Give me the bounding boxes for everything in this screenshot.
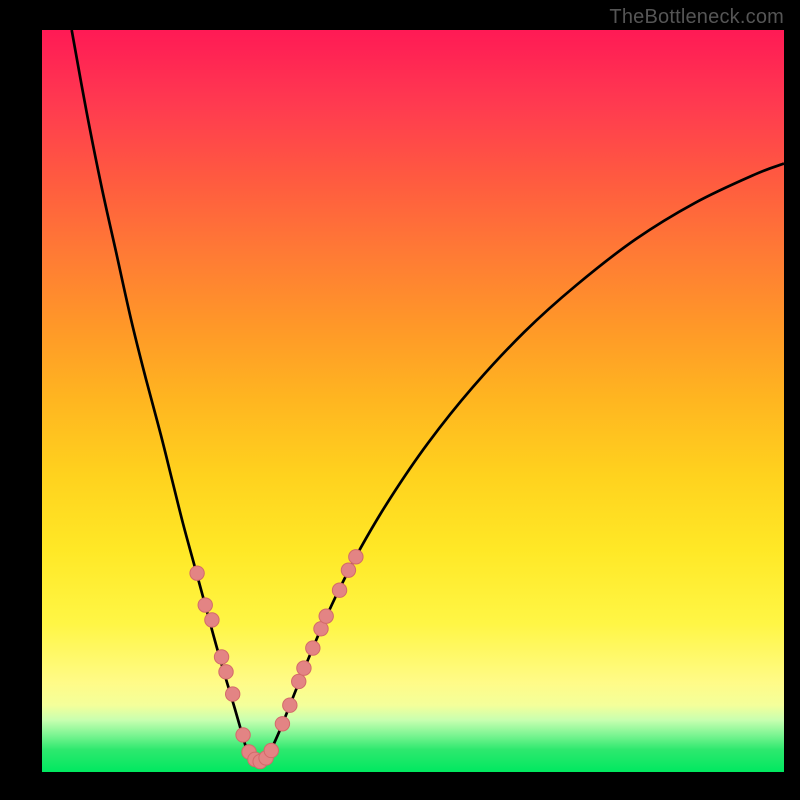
data-dot xyxy=(292,674,306,688)
curve-overlay xyxy=(42,30,784,772)
data-dot xyxy=(332,583,346,597)
curve-left-branch xyxy=(72,30,249,756)
data-dot xyxy=(214,650,228,664)
data-dot xyxy=(264,743,278,757)
plot-area xyxy=(42,30,784,772)
data-dot xyxy=(219,665,233,679)
data-dot xyxy=(297,661,311,675)
data-dot xyxy=(275,717,289,731)
data-dot xyxy=(225,687,239,701)
data-dot xyxy=(306,641,320,655)
watermark-text: TheBottleneck.com xyxy=(609,6,784,29)
data-dot xyxy=(236,728,250,742)
data-dot xyxy=(283,698,297,712)
data-dot xyxy=(190,566,204,580)
chart-frame: TheBottleneck.com xyxy=(0,0,800,800)
data-dot xyxy=(205,613,219,627)
data-dot xyxy=(349,550,363,564)
data-dot xyxy=(319,609,333,623)
data-dot xyxy=(198,598,212,612)
curve-right-branch xyxy=(268,164,784,756)
data-dot xyxy=(341,563,355,577)
